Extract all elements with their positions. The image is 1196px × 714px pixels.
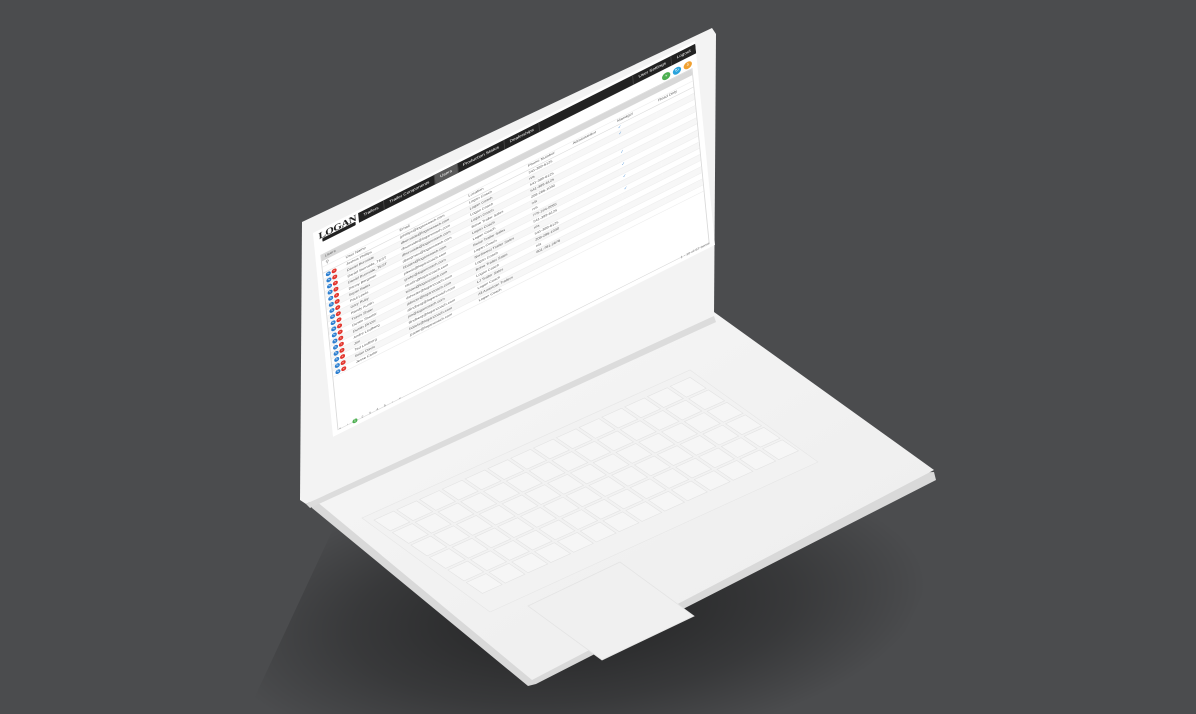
last-page-button[interactable]: » — [397, 395, 402, 402]
page-button[interactable]: 1 — [352, 417, 358, 425]
refresh-icon: ↻ — [674, 67, 680, 74]
next-page-button[interactable]: › — [390, 399, 395, 406]
page-button[interactable]: 2 — [360, 414, 365, 421]
edit-icon[interactable]: ✎ — [335, 368, 341, 375]
page-button[interactable]: 5 — [382, 403, 387, 410]
prev-page-button[interactable]: ‹ — [345, 421, 350, 428]
export-icon: ⇩ — [685, 62, 691, 69]
first-page-button[interactable]: « — [337, 425, 342, 432]
page-button[interactable]: 3 — [367, 410, 372, 417]
add-icon: + — [664, 73, 668, 79]
page-button[interactable]: 4 — [375, 406, 380, 413]
delete-icon[interactable]: × — [341, 365, 347, 372]
